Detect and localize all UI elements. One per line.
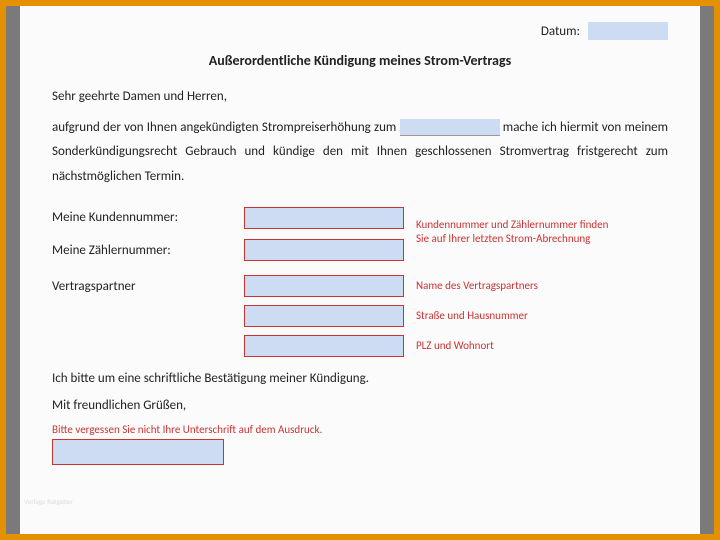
row-kundennummer: Meine Kundennummer: Kundennummer und Zäh…: [52, 204, 668, 232]
hint-strasse: Straße und Hausnummer: [416, 309, 528, 323]
label-partner: Vertragspartner: [52, 279, 232, 294]
price-increase-date-field[interactable]: [400, 119, 500, 136]
right-gutter: [700, 6, 714, 534]
date-field[interactable]: [588, 22, 668, 40]
row-strasse: Straße und Hausnummer: [52, 305, 668, 327]
hint-ort: PLZ und Wohnort: [416, 339, 494, 353]
salutation: Sehr geehrte Damen und Herren,: [52, 85, 668, 110]
date-label: Datum:: [541, 24, 580, 39]
field-partner[interactable]: [244, 275, 404, 297]
document-title: Außerordentliche Kündigung meines Strom-…: [52, 52, 668, 69]
main-paragraph: aufgrund der von Ihnen angekündigten Str…: [52, 116, 668, 190]
hint-kundennummer: Kundennummer und Zählernummer finden Sie…: [416, 218, 616, 246]
hint-partner: Name des Vertragspartners: [416, 279, 538, 293]
document-frame: Datum: Außerordentliche Kündigung meines…: [0, 0, 720, 540]
date-row: Datum:: [52, 22, 668, 40]
field-zaehlernummer[interactable]: [244, 239, 404, 261]
signature-field[interactable]: [52, 439, 224, 465]
page-content: Datum: Außerordentliche Kündigung meines…: [20, 6, 700, 534]
left-gutter: [6, 6, 20, 534]
para-part-a: aufgrund der von Ihnen angekündigten Str…: [52, 120, 400, 135]
signature-hint: Bitte vergessen Sie nicht Ihre Unterschr…: [52, 423, 668, 437]
watermark-text: Vorlage Ratgeber: [24, 497, 73, 506]
label-zaehlernummer: Meine Zählernummer:: [52, 243, 232, 258]
field-ort[interactable]: [244, 335, 404, 357]
row-partner: Vertragspartner Name des Vertragspartner…: [52, 275, 668, 297]
label-kundennummer: Meine Kundennummer:: [52, 210, 232, 225]
signoff-text: Mit freundlichen Grüßen,: [52, 398, 668, 413]
confirmation-text: Ich bitte um eine schriftliche Bestätigu…: [52, 371, 668, 386]
field-kundennummer[interactable]: [244, 207, 404, 229]
form-grid: Meine Kundennummer: Kundennummer und Zäh…: [52, 204, 668, 358]
field-strasse[interactable]: [244, 305, 404, 327]
row-ort: PLZ und Wohnort: [52, 335, 668, 357]
